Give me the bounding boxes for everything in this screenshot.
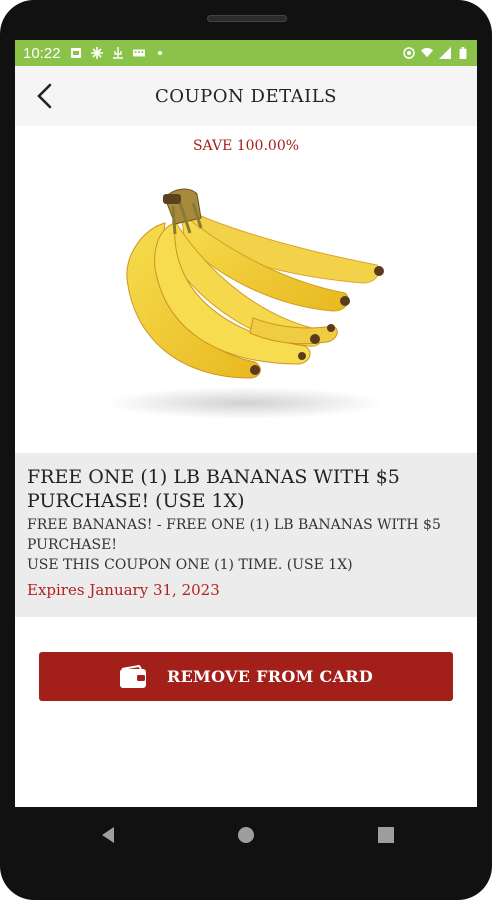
- coupon-details: FREE ONE (1) LB BANANAS WITH $5 PURCHASE…: [15, 453, 477, 617]
- battery-icon: [459, 47, 467, 59]
- chevron-left-icon[interactable]: [31, 81, 61, 111]
- sim-icon: [70, 48, 81, 58]
- vpn-icon: [403, 47, 415, 59]
- phone-frame: 10:22 COUPON DETAILS SAVE 100.00% FREE O…: [0, 0, 492, 900]
- remove-from-card-button[interactable]: REMOVE FROM CARD: [39, 652, 453, 701]
- coupon-expiration: Expires January 31, 2023: [27, 581, 220, 599]
- grid-icon: [90, 47, 103, 59]
- page-title: COUPON DETAILS: [154, 85, 338, 107]
- dot-icon: [157, 51, 162, 55]
- usb-icon: [112, 47, 123, 59]
- save-percentage: SAVE 100.00%: [192, 138, 300, 154]
- coupon-headline: FREE ONE (1) LB BANANAS WITH $5 PURCHASE…: [27, 466, 400, 512]
- button-label: REMOVE FROM CARD: [166, 667, 374, 686]
- recents-square-icon[interactable]: [376, 825, 396, 845]
- back-triangle-icon[interactable]: [98, 825, 118, 845]
- speaker-grille: [207, 15, 287, 22]
- coupon-description: FREE BANANAS! - FREE ONE (1) LB BANANAS …: [27, 517, 441, 573]
- status-bar: 10:22: [15, 40, 477, 66]
- wifi-icon: [421, 47, 433, 58]
- bananas-image: [105, 188, 385, 419]
- wallet-icon: [119, 664, 146, 688]
- keyboard-icon: [132, 49, 145, 57]
- app-bar: COUPON DETAILS: [15, 66, 477, 126]
- screen: 10:22 COUPON DETAILS SAVE 100.00% FREE O…: [15, 40, 477, 807]
- signal-icon: [439, 47, 451, 59]
- home-circle-icon[interactable]: [236, 825, 256, 845]
- system-nav-bar: [0, 807, 492, 867]
- coupon-image: [15, 158, 477, 453]
- status-time: 10:22: [23, 44, 61, 62]
